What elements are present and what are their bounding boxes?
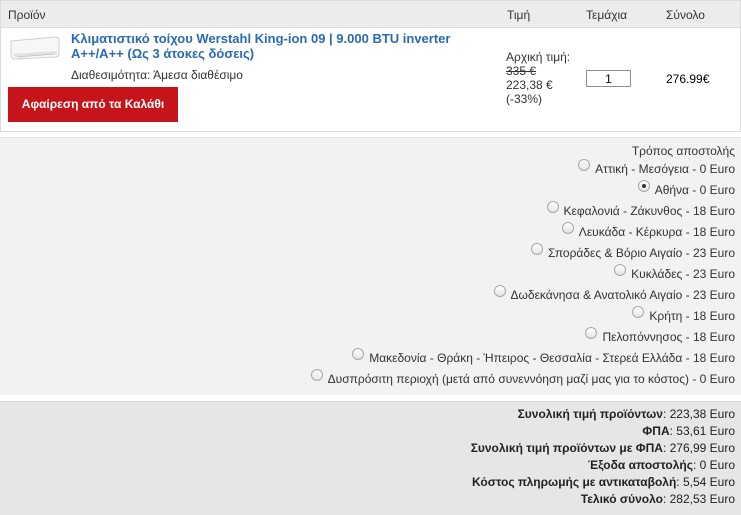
- shipping-option[interactable]: Πελοπόννησος - 18 Euro: [585, 327, 735, 345]
- quantity-input[interactable]: [586, 70, 631, 87]
- radio-button[interactable]: [561, 222, 574, 234]
- shipping-option[interactable]: Αττική - Μεσόγεια - 0 Euro: [578, 159, 735, 177]
- shipping-option-label: Κυκλάδες - 23 Euro: [631, 267, 735, 281]
- totals-value: : 276,99 Euro: [662, 441, 735, 455]
- header-product: Προϊόν: [8, 8, 46, 22]
- availability-value: Άμεσα διαθέσιμο: [153, 68, 243, 82]
- discount-badge: (-33%): [506, 92, 543, 106]
- shipping-option[interactable]: Δωδεκάνησα & Ανατολικό Αιγαίο - 23 Euro: [493, 285, 735, 303]
- original-price-label: Αρχική τιμή:: [506, 50, 571, 64]
- product-image[interactable]: [9, 35, 61, 67]
- totals-label: Συνολική τιμή προϊόντων: [517, 407, 663, 421]
- current-price: 223,38 €: [506, 78, 553, 92]
- totals-row: Έξοδα αποστολής: 0 Euro: [588, 458, 735, 472]
- shipping-option-label: Αττική - Μεσόγεια - 0 Euro: [595, 162, 735, 176]
- remove-from-cart-button[interactable]: Αφαίρεση από τα Καλάθι: [8, 87, 178, 122]
- price-cell: Αρχική τιμή: 335 € 223,38 € (-33%): [506, 50, 570, 106]
- header-total: Σύνολο: [666, 8, 705, 22]
- shipping-option[interactable]: Σποράδες & Βόριο Αιγαίο - 23 Euro: [530, 243, 735, 261]
- totals-label: ΦΠΑ: [642, 424, 670, 438]
- totals-value: : 5,54 Euro: [676, 475, 735, 489]
- radio-button-selected[interactable]: [637, 180, 650, 192]
- shipping-option[interactable]: Λευκάδα - Κέρκυρα - 18 Euro: [561, 222, 735, 240]
- product-title-link[interactable]: Κλιματιστικό τοίχου Werstahl King-ion 09…: [71, 31, 499, 61]
- shipping-option-label: Αθήνα - 0 Euro: [654, 183, 735, 197]
- availability-label: Διαθεσιμότητα:: [71, 68, 151, 82]
- shipping-option[interactable]: Δυσπρόσιτη περιοχή (μετά από συνεννόηση …: [310, 369, 735, 387]
- shipping-methods: Τρόπος αποστολής Αττική - Μεσόγεια - 0 E…: [0, 137, 741, 395]
- shipping-option-label: Σποράδες & Βόριο Αιγαίο - 23 Euro: [547, 246, 735, 260]
- shipping-option-label: Πελοπόννησος - 18 Euro: [602, 330, 735, 344]
- totals-value: : 223,38 Euro: [662, 407, 735, 421]
- product-availability: Διαθεσιμότητα: Άμεσα διαθέσιμο: [71, 68, 243, 82]
- shipping-option[interactable]: Μακεδονία - Θράκη - Ήπειρος - Θεσσαλία -…: [352, 348, 735, 366]
- original-price: 335 €: [506, 64, 537, 78]
- totals-row: Συνολική τιμή προϊόντων: 223,38 Euro: [518, 407, 735, 421]
- shipping-option-label: Μακεδονία - Θράκη - Ήπειρος - Θεσσαλία -…: [369, 351, 735, 365]
- totals-label: Συνολική τιμή προϊόντων με ΦΠΑ: [470, 441, 663, 455]
- radio-button[interactable]: [546, 201, 559, 213]
- totals-row: ΦΠΑ: 53,61 Euro: [642, 424, 735, 438]
- order-totals: Συνολική τιμή προϊόντων: 223,38 Euro ΦΠΑ…: [0, 401, 741, 515]
- shipping-option-label: Λευκάδα - Κέρκυρα - 18 Euro: [578, 225, 735, 239]
- shipping-option-label: Δωδεκάνησα & Ανατολικό Αιγαίο - 23 Euro: [510, 288, 735, 302]
- shipping-option[interactable]: Κεφαλονιά - Ζάκυνθος - 18 Euro: [546, 201, 736, 219]
- totals-row: Συνολική τιμή προϊόντων με ΦΠΑ: 276,99 E…: [471, 441, 735, 455]
- shipping-option-label: Κρήτη - 18 Euro: [649, 309, 735, 323]
- radio-button[interactable]: [614, 264, 627, 276]
- radio-button[interactable]: [310, 369, 323, 381]
- totals-row: Κόστος πληρωμής με αντικαταβολή: 5,54 Eu…: [472, 475, 735, 489]
- shipping-option-label: Δυσπρόσιτη περιοχή (μετά από συνεννόηση …: [327, 372, 735, 386]
- radio-button[interactable]: [352, 348, 365, 360]
- totals-label: Κόστος πληρωμής με αντικαταβολή: [472, 475, 677, 489]
- shipping-option[interactable]: Κυκλάδες - 23 Euro: [614, 264, 735, 282]
- shipping-option[interactable]: Κρήτη - 18 Euro: [632, 306, 735, 324]
- totals-value: : 0 Euro: [692, 458, 735, 472]
- radio-button[interactable]: [632, 306, 645, 318]
- header-price: Τιμή: [507, 8, 531, 22]
- totals-value: : 282,53 Euro: [662, 492, 735, 506]
- totals-label: Τελικό σύνολο: [580, 492, 663, 506]
- cart-table: Προϊόν Τιμή Τεμάχια Σύνολο Κλιματιστικό …: [0, 0, 741, 132]
- radio-button[interactable]: [585, 327, 598, 339]
- totals-value: : 53,61 Euro: [669, 424, 735, 438]
- radio-button[interactable]: [493, 285, 506, 297]
- radio-button[interactable]: [530, 243, 543, 255]
- line-total: 276.99€: [666, 72, 710, 86]
- totals-label: Έξοδα αποστολής: [587, 458, 693, 472]
- radio-button[interactable]: [578, 159, 591, 171]
- cart-table-header: Προϊόν Τιμή Τεμάχια Σύνολο: [1, 1, 740, 28]
- header-quantity: Τεμάχια: [586, 8, 628, 22]
- totals-row-final: Τελικό σύνολο: 282,53 Euro: [581, 492, 735, 506]
- shipping-option-label: Κεφαλονιά - Ζάκυνθος - 18 Euro: [563, 204, 736, 218]
- shipping-title: Τρόπος αποστολής: [631, 144, 735, 158]
- shipping-option[interactable]: Αθήνα - 0 Euro: [637, 180, 735, 198]
